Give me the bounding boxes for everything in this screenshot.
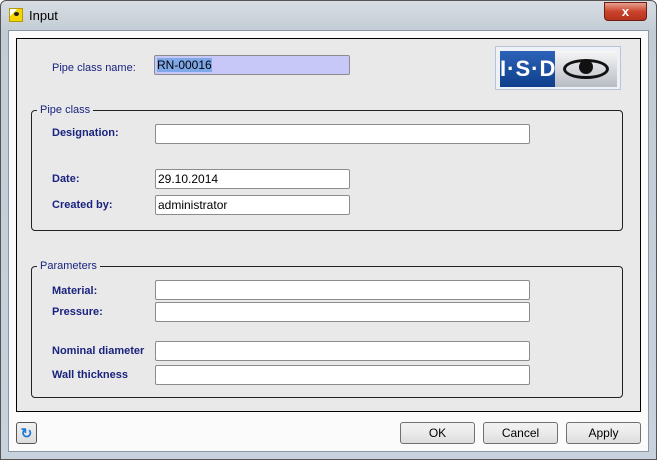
created-by-label: Created by: (52, 199, 113, 211)
pressure-label: Pressure: (52, 306, 103, 318)
material-label: Material: (52, 285, 98, 297)
pipe-class-legend: Pipe class (37, 104, 94, 116)
isd-logo: I·S·D (495, 46, 621, 90)
designation-input[interactable] (155, 124, 530, 144)
date-label: Date: (52, 173, 80, 185)
created-by-input[interactable]: administrator (155, 195, 350, 215)
wall-thickness-input[interactable] (155, 365, 530, 385)
logo-text: I·S·D (500, 51, 555, 87)
window-title: Input (29, 8, 58, 23)
nominal-diameter-input[interactable] (155, 341, 530, 361)
pipe-class-name-label: Pipe class name: (52, 62, 136, 74)
nominal-diameter-label: Nominal diameter (52, 345, 145, 357)
pipe-class-name-input[interactable]: RN-00016 (154, 55, 350, 75)
parameters-legend: Parameters (37, 260, 100, 272)
close-button[interactable]: x (604, 2, 647, 21)
eye-icon (555, 51, 617, 87)
cancel-button[interactable]: Cancel (483, 422, 558, 444)
material-input[interactable] (155, 280, 530, 300)
wall-thickness-label: Wall thickness (52, 369, 129, 381)
apply-button[interactable]: Apply (566, 422, 641, 444)
date-input[interactable]: 29.10.2014 (155, 169, 350, 189)
app-icon (9, 8, 23, 22)
refresh-icon: ↻ (20, 425, 33, 441)
pressure-input[interactable] (155, 302, 530, 322)
ok-button[interactable]: OK (400, 422, 475, 444)
designation-label: Designation: (52, 127, 119, 139)
refresh-button[interactable]: ↻ (16, 422, 37, 444)
